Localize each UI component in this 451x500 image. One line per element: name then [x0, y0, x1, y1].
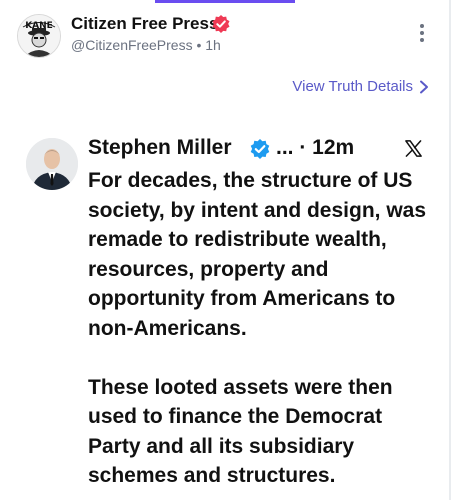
active-tab-indicator [155, 0, 295, 3]
verified-badge-icon [212, 15, 230, 33]
kane-avatar-image: KANE [18, 15, 60, 57]
post-header: KANE Citizen Free Press @CitizenFreePres… [0, 12, 451, 64]
embed-author-avatar[interactable] [26, 138, 78, 190]
embed-meta: ... · 12m [276, 136, 355, 159]
stephen-miller-photo [26, 138, 78, 190]
author-handle[interactable]: @CitizenFreePress [71, 37, 193, 53]
embed-paragraph: For decades, the structure of US society… [88, 169, 427, 340]
view-truth-details-link[interactable]: View Truth Details [292, 78, 429, 95]
view-details-label: View Truth Details [292, 78, 413, 95]
handle-line: @CitizenFreePress • 1h [71, 37, 221, 53]
embed-paragraph: These looted assets were then used to fi… [88, 375, 393, 488]
chevron-right-icon [420, 80, 428, 93]
kebab-menu-icon[interactable] [416, 24, 428, 46]
embed-post-text: For decades, the structure of US society… [88, 166, 433, 491]
embed-author-name[interactable]: Stephen Miller [88, 136, 232, 160]
author-avatar[interactable]: KANE [17, 14, 61, 58]
meta-separator: • [196, 37, 202, 53]
x-logo-icon[interactable] [404, 139, 423, 158]
author-name[interactable]: Citizen Free Press [71, 14, 218, 34]
post-time[interactable]: 1h [205, 37, 221, 53]
embed-verified-badge-icon [250, 139, 270, 159]
